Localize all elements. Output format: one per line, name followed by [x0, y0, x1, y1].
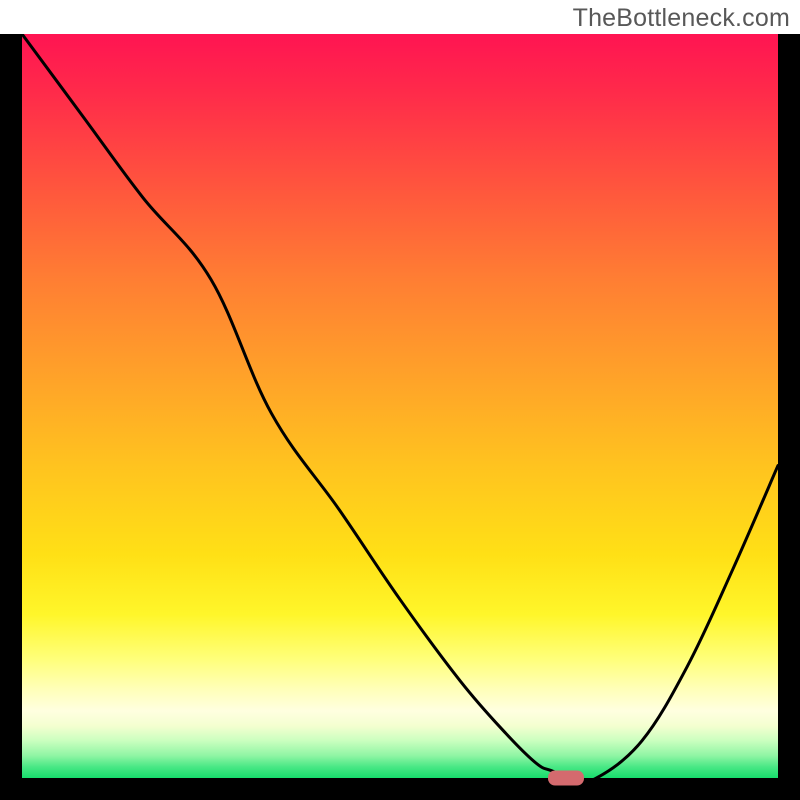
optimal-marker [548, 771, 584, 786]
bottleneck-curve [22, 34, 778, 778]
plot-frame [0, 34, 800, 800]
chart-container: TheBottleneck.com [0, 0, 800, 800]
watermark-text: TheBottleneck.com [573, 4, 790, 33]
plot-area [22, 34, 778, 778]
